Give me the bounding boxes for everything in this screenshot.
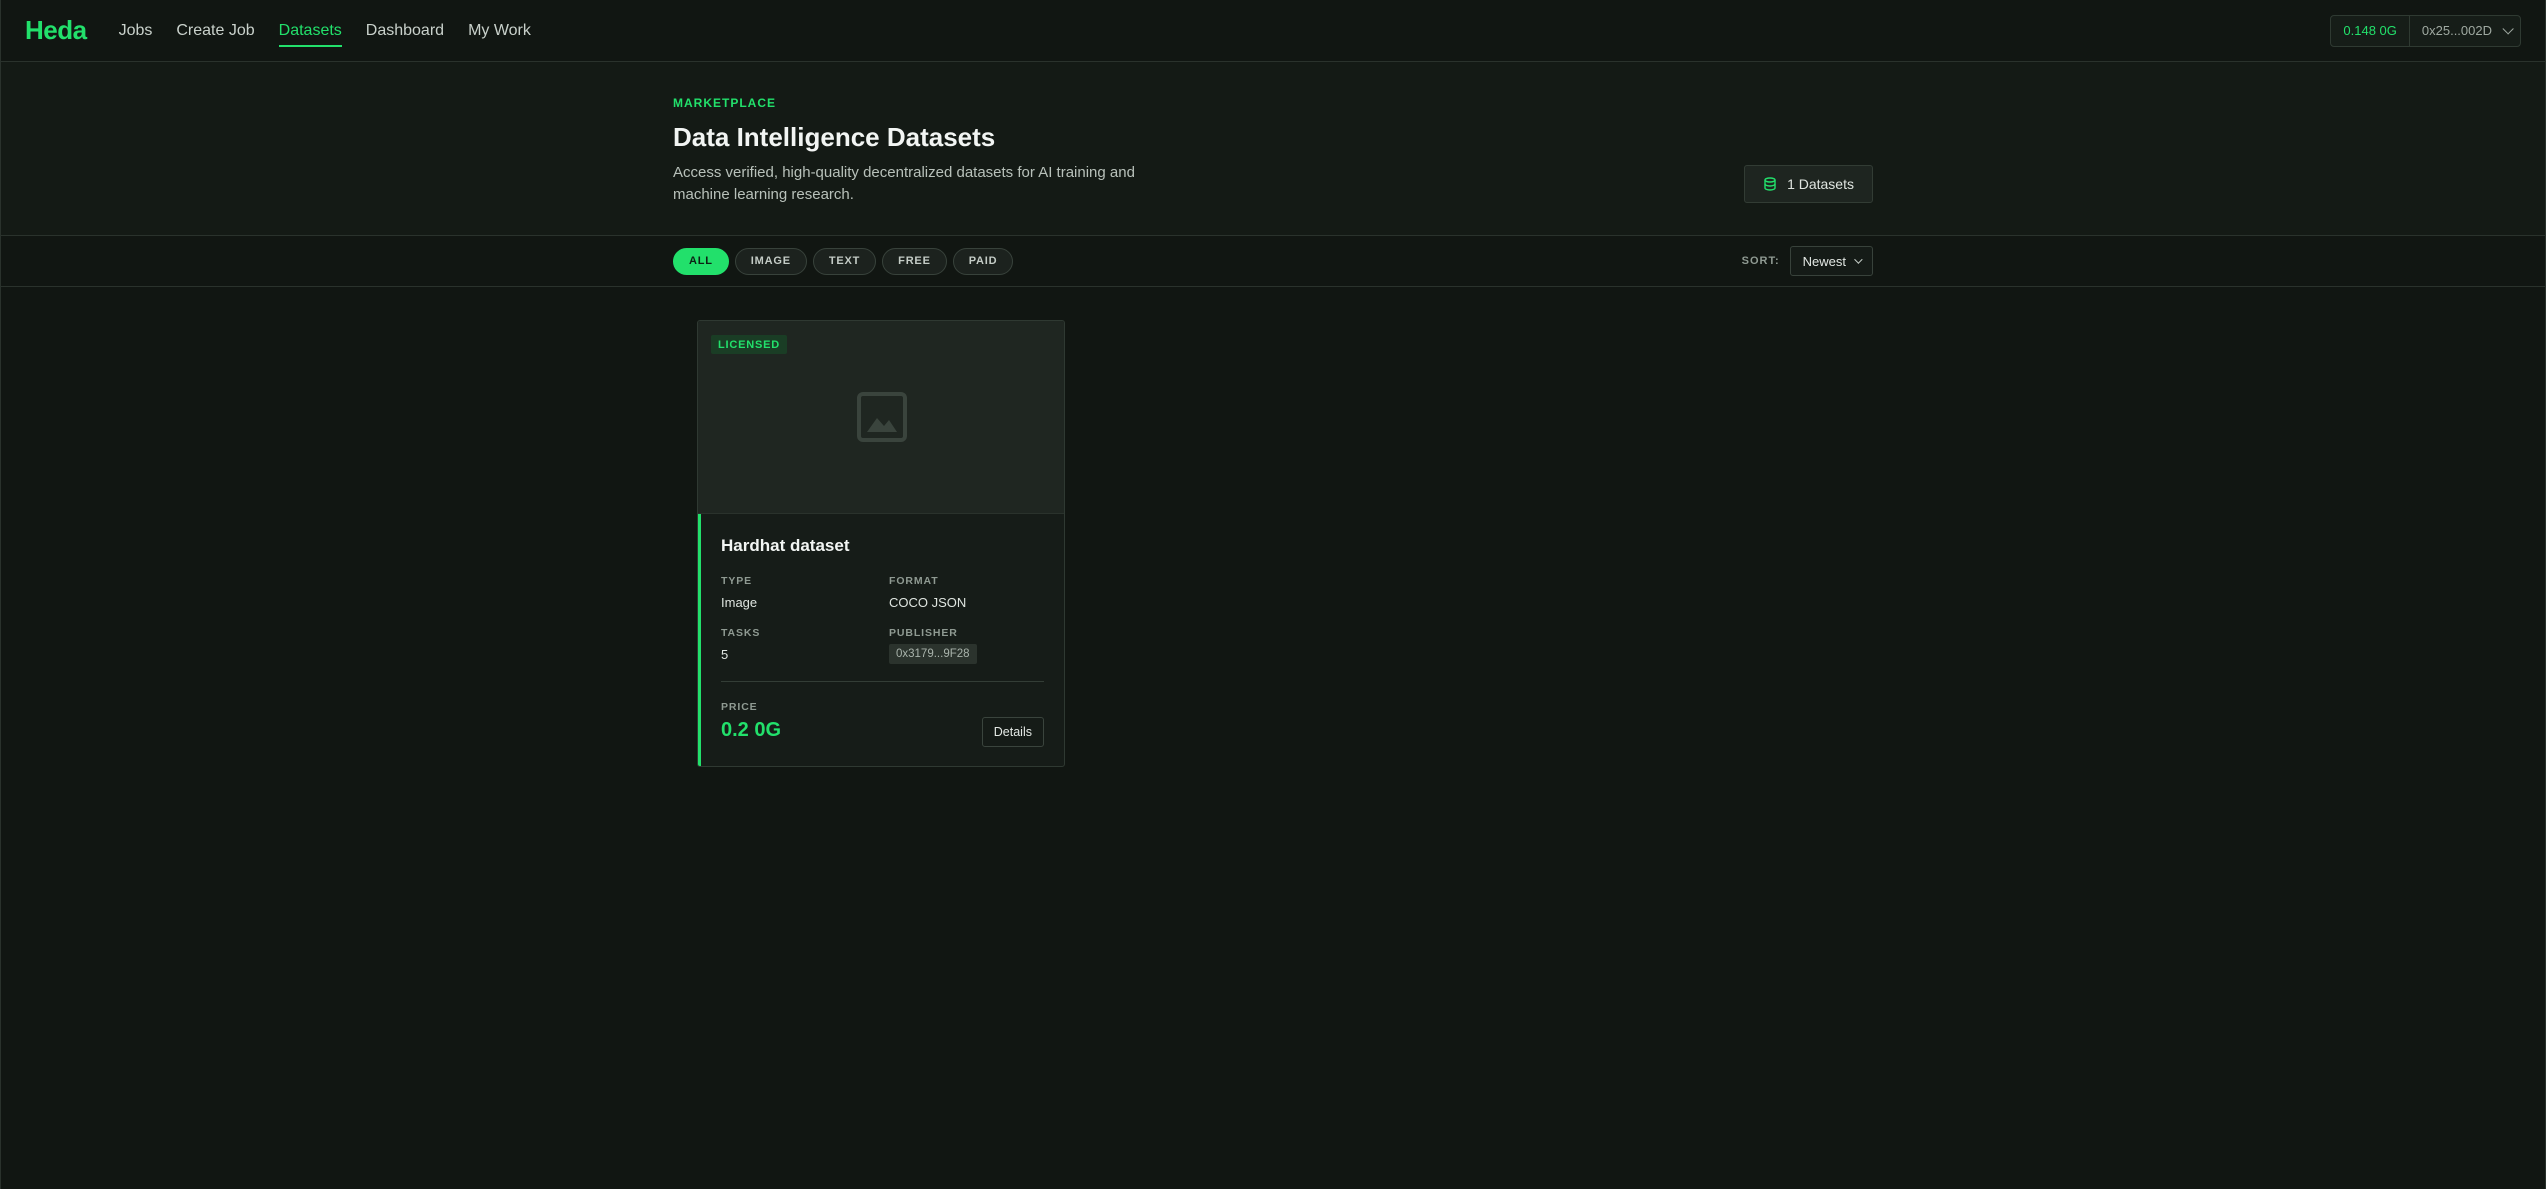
- filter-chip-paid[interactable]: PAID: [952, 247, 1014, 275]
- hero-section: MARKETPLACE Data Intelligence Datasets A…: [1, 62, 2545, 236]
- filter-chip-all[interactable]: ALL: [673, 247, 729, 275]
- publisher-address[interactable]: 0x3179...9F28: [889, 644, 977, 664]
- price-label: PRICE: [721, 701, 758, 713]
- nav-link-jobs[interactable]: Jobs: [119, 18, 153, 44]
- wallet-address-group: 0x25...002D: [2410, 22, 2520, 38]
- type-value: Image: [721, 595, 758, 610]
- sort-value: Newest: [1802, 253, 1846, 269]
- details-button[interactable]: Details: [981, 717, 1044, 747]
- dataset-count-label: 1 Datasets: [1787, 176, 1854, 192]
- filter-chip-text[interactable]: TEXT: [812, 247, 877, 275]
- hero-eyebrow: MARKETPLACE: [673, 96, 776, 110]
- filter-inner: ALL IMAGE TEXT FREE PAID SORT: Newest: [673, 236, 1873, 286]
- chevron-down-icon: [1854, 255, 1863, 264]
- dataset-thumbnail: LICENSED: [698, 321, 1064, 514]
- hero-inner: MARKETPLACE Data Intelligence Datasets A…: [673, 62, 1873, 235]
- app-root: Heda Jobs Create Job Datasets Dashboard …: [0, 0, 2546, 1189]
- sort-control: SORT: Newest: [1742, 246, 1873, 276]
- hero-description: Access verified, high-quality decentrali…: [673, 164, 1135, 203]
- filter-chip-free[interactable]: FREE: [882, 247, 947, 275]
- dataset-title: Hardhat dataset: [721, 536, 850, 555]
- database-icon: [1764, 177, 1776, 191]
- chevron-down-icon: [2502, 22, 2514, 35]
- dataset-count-badge: 1 Datasets: [1744, 165, 1873, 203]
- price-value: 0.2 0G: [721, 719, 782, 741]
- dataset-card[interactable]: LICENSED Hardhat dataset TYPE Image FORM…: [697, 320, 1065, 767]
- type-label: TYPE: [721, 575, 753, 587]
- nav-link-datasets[interactable]: Datasets: [278, 18, 342, 47]
- filter-bar: ALL IMAGE TEXT FREE PAID SORT: Newest: [1, 236, 2545, 287]
- nav-links: Jobs Create Job Datasets Dashboard My Wo…: [119, 18, 531, 47]
- top-nav: Heda Jobs Create Job Datasets Dashboard …: [1, 0, 2545, 62]
- tasks-label: TASKS: [721, 627, 761, 639]
- tasks-value: 5: [721, 647, 729, 662]
- image-placeholder-icon: [857, 392, 907, 442]
- sort-select[interactable]: Newest: [1789, 246, 1873, 276]
- publisher-label: PUBLISHER: [889, 627, 958, 639]
- nav-link-dashboard[interactable]: Dashboard: [366, 18, 444, 44]
- card-divider: [721, 681, 1044, 682]
- nav-link-create-job[interactable]: Create Job: [176, 18, 254, 44]
- dataset-card-body: Hardhat dataset TYPE Image FORMAT COCO J…: [698, 514, 1064, 766]
- wallet-button[interactable]: 0.148 0G 0x25...002D: [2330, 14, 2521, 47]
- brand-logo[interactable]: Heda: [25, 15, 87, 46]
- license-badge: LICENSED: [711, 335, 788, 354]
- wallet-balance: 0.148 0G: [2331, 15, 2410, 46]
- page-title: Data Intelligence Datasets: [673, 122, 996, 152]
- wallet-address: 0x25...002D: [2421, 23, 2492, 38]
- filter-chip-image[interactable]: IMAGE: [734, 247, 807, 275]
- format-value: COCO JSON: [889, 595, 967, 610]
- nav-link-my-work[interactable]: My Work: [468, 18, 531, 44]
- format-label: FORMAT: [889, 575, 939, 587]
- sort-label: SORT:: [1741, 255, 1780, 267]
